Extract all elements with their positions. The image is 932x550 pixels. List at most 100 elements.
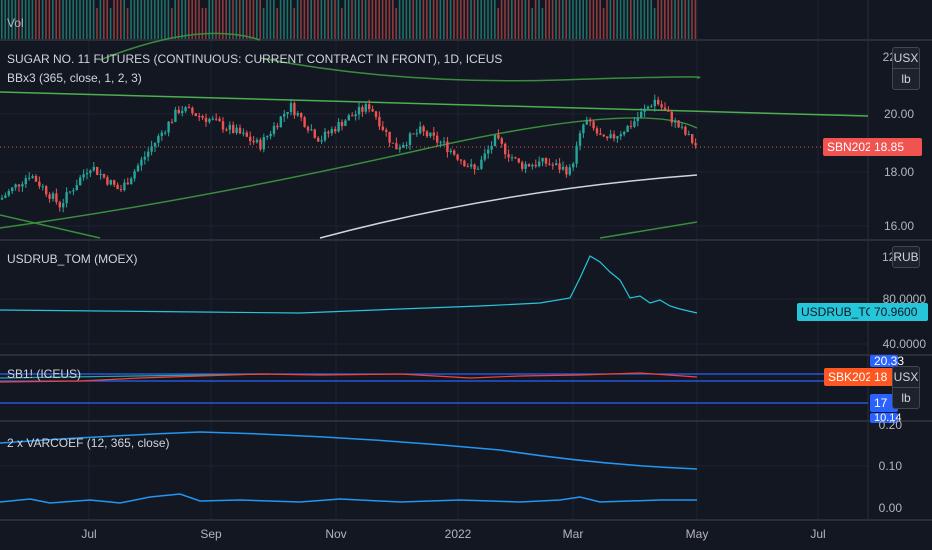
- price-label: 20.00: [883, 107, 914, 121]
- candle: [119, 189, 123, 191]
- candle: [432, 132, 435, 136]
- candle: [660, 104, 663, 108]
- sb1-title[interactable]: SB1! (ICEUS): [7, 367, 81, 381]
- volume-bar: [494, 0, 496, 39]
- candle: [684, 126, 687, 135]
- unit-selector[interactable]: USX lb: [892, 47, 920, 90]
- candle: [541, 158, 544, 162]
- volume-bar: [341, 8, 343, 39]
- volume-bar: [4, 0, 6, 39]
- volume-bar: [191, 0, 193, 39]
- candle: [667, 109, 670, 112]
- volume-bar: [86, 0, 88, 39]
- candle: [415, 133, 418, 135]
- volume-bar: [55, 0, 57, 39]
- volume-bar: [38, 0, 40, 39]
- volume-bar: [633, 0, 635, 39]
- volume-bar: [232, 0, 234, 39]
- volume-bar: [35, 0, 37, 39]
- volume-bar: [453, 0, 455, 39]
- candle: [147, 151, 150, 157]
- bb-indicator-label[interactable]: BBx3 (365, close, 1, 2, 3): [7, 71, 142, 85]
- candle: [674, 120, 677, 123]
- volume-bar: [483, 0, 486, 39]
- volume-bar: [565, 0, 567, 39]
- volume-bar: [653, 8, 656, 39]
- candle: [102, 173, 106, 178]
- volume-bar: [140, 0, 142, 39]
- candle: [354, 114, 357, 117]
- volume-bar: [109, 8, 112, 39]
- candle: [109, 180, 112, 185]
- candle: [296, 113, 299, 116]
- main-title[interactable]: SUGAR NO. 11 FUTURES (CONTINUOUS: CURREN…: [7, 52, 502, 66]
- volume-bar: [538, 0, 540, 39]
- candle: [568, 167, 571, 175]
- candle: [215, 118, 218, 120]
- volume-bar: [184, 0, 187, 39]
- candle: [466, 166, 469, 168]
- candle: [62, 203, 65, 208]
- candle: [589, 119, 592, 122]
- unit-selector[interactable]: RUB: [892, 246, 920, 268]
- candle: [602, 134, 605, 137]
- candle: [313, 129, 316, 138]
- volume-bar: [409, 0, 411, 39]
- candle: [0, 197, 4, 200]
- varcoef-title[interactable]: 2 x VARCOEF (12, 365, close): [7, 436, 170, 450]
- candle: [317, 137, 320, 142]
- volume-bar: [521, 0, 523, 39]
- candle: [150, 146, 153, 152]
- volume-bar: [674, 0, 676, 39]
- volume-bar: [436, 0, 438, 39]
- volume-bar: [592, 0, 595, 39]
- candle: [663, 107, 667, 110]
- usdrub-title[interactable]: USDRUB_TOM (MOEX): [7, 252, 137, 266]
- candle: [68, 191, 72, 193]
- bb-lower-white: [319, 174, 698, 239]
- candle: [473, 164, 476, 170]
- candle: [228, 124, 231, 130]
- candle: [592, 121, 595, 129]
- candle: [198, 115, 201, 117]
- volume-bar: [31, 0, 34, 39]
- candle: [167, 121, 170, 133]
- candle: [327, 131, 330, 134]
- candle: [425, 131, 429, 137]
- candle: [388, 131, 391, 143]
- volume-bar: [582, 0, 584, 39]
- volume-bar: [198, 0, 200, 39]
- candle: [99, 173, 102, 175]
- volume-bar: [120, 0, 122, 39]
- candle: [640, 111, 643, 118]
- candle: [14, 184, 17, 188]
- volume-bar: [290, 0, 292, 39]
- volume-bar: [402, 0, 404, 39]
- volume-bar: [62, 0, 64, 39]
- volume-bar: [313, 0, 316, 39]
- volume-bar: [439, 0, 442, 39]
- volume-bar: [48, 0, 51, 39]
- candle: [517, 158, 520, 163]
- volume-bar: [500, 0, 503, 39]
- candle: [48, 194, 51, 199]
- volume-bar: [368, 0, 370, 39]
- volume-bar: [45, 0, 47, 39]
- volume-bar: [677, 0, 680, 39]
- volume-bar: [606, 0, 608, 39]
- volume-bar: [429, 0, 431, 39]
- candle: [82, 174, 85, 178]
- candle: [17, 184, 21, 187]
- volume-bar: [283, 0, 285, 39]
- time-label: Jul: [81, 527, 97, 541]
- volume-bar: [392, 0, 394, 39]
- volume-bar: [619, 0, 622, 39]
- volume-bar: [361, 0, 363, 39]
- volume-bar: [310, 0, 312, 39]
- candle: [123, 182, 126, 191]
- volume-bar: [650, 0, 652, 39]
- candle: [412, 133, 415, 135]
- candle: [429, 132, 432, 137]
- candle: [41, 186, 44, 188]
- unit-selector[interactable]: USX lb: [892, 366, 920, 409]
